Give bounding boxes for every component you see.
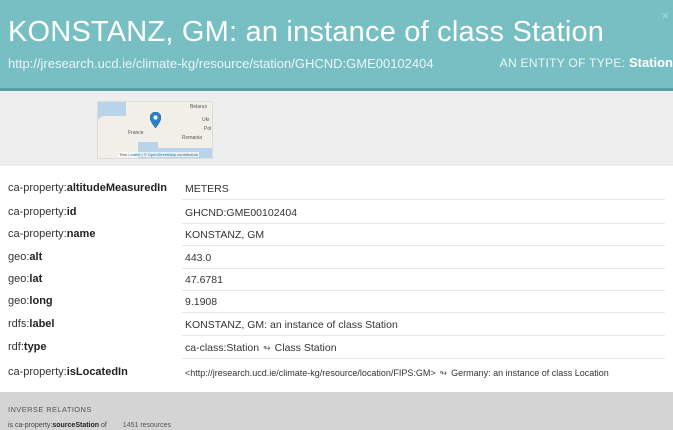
property-value: GHCND:GME00102404	[185, 207, 298, 219]
property-key[interactable]: ca-property:id	[8, 206, 76, 218]
entity-uri[interactable]: http://jresearch.ucd.ie/climate-kg/resou…	[8, 56, 434, 71]
property-row: ca-property:isLocatedIn <http://jresearc…	[0, 361, 673, 384]
map-label: Ukr	[202, 117, 210, 123]
relation-suffix: of	[99, 422, 107, 429]
property-row: geo:long 9.1908	[0, 290, 673, 313]
map-label: Pol	[204, 126, 212, 132]
property-key[interactable]: geo:lat	[8, 273, 42, 285]
type-label-link[interactable]: Class Station	[275, 342, 337, 354]
map-section: Belarus France Romania Pol Ukr Tiles Lea…	[0, 91, 673, 166]
property-value: 443.0	[185, 252, 212, 264]
relation-prefix: is ca-property:	[8, 422, 53, 429]
property-row: geo:alt 443.0	[0, 246, 673, 269]
link-arrow-icon: ↬	[263, 343, 271, 353]
entity-type-prefix: AN ENTITY OF TYPE:	[499, 56, 626, 70]
relation-name[interactable]: sourceStation	[52, 422, 99, 429]
property-value: <http://jresearch.ucd.ie/climate-kg/reso…	[185, 368, 609, 379]
map-label: France	[128, 130, 144, 136]
attribution-sep: | ©	[140, 152, 148, 157]
map-marker-icon[interactable]	[150, 112, 161, 128]
page-header: KONSTANZ, GM: an instance of class Stati…	[0, 0, 673, 88]
property-value: KONSTANZ, GM	[185, 229, 265, 241]
location-link[interactable]: <http://jresearch.ucd.ie/climate-kg/reso…	[185, 368, 436, 378]
property-value: 47.6781	[185, 274, 223, 286]
property-row: geo:lat 47.6781	[0, 268, 673, 291]
inverse-relations-heading: INVERSE RELATIONS	[8, 405, 92, 414]
row-divider	[182, 358, 665, 359]
property-key[interactable]: rdfs:label	[8, 318, 54, 330]
property-value: ca-class:Station ↬ Class Station	[185, 342, 337, 354]
row-divider	[182, 199, 665, 200]
location-label-link[interactable]: Germany: an instance of class Location	[451, 368, 609, 378]
property-key[interactable]: ca-property:isLocatedIn	[8, 366, 128, 378]
entity-type-value[interactable]: Station	[629, 55, 673, 70]
map-attribution: Tiles Leaflet | © OpenStreetMap contribu…	[118, 152, 200, 157]
type-link[interactable]: ca-class:Station	[185, 342, 259, 354]
property-row: rdfs:label KONSTANZ, GM: an instance of …	[0, 313, 673, 336]
property-row: ca-property:id GHCND:GME00102404	[0, 201, 673, 224]
resource-count-link[interactable]: 1451 resources	[123, 422, 171, 429]
entity-type-label: AN ENTITY OF TYPE: Station	[500, 55, 673, 70]
map-label: Romania	[182, 135, 203, 141]
inverse-relations-panel: INVERSE RELATIONS is ca-property:sourceS…	[0, 392, 673, 430]
property-key[interactable]: geo:long	[8, 295, 53, 307]
location-map[interactable]: Belarus France Romania Pol Ukr Tiles Lea…	[97, 101, 213, 159]
page-title: KONSTANZ, GM: an instance of class Stati…	[8, 16, 605, 48]
property-key[interactable]: ca-property:name	[8, 228, 95, 240]
attribution-suffix: contributors	[176, 152, 199, 157]
inverse-relation-row: is ca-property:sourceStation of 1451 res…	[8, 422, 171, 429]
property-value: 9.1908	[185, 296, 218, 308]
property-key[interactable]: geo:alt	[8, 251, 42, 263]
leaflet-link[interactable]: Leaflet	[128, 152, 140, 157]
property-row: ca-property:name KONSTANZ, GM	[0, 223, 673, 246]
link-arrow-icon: ↬	[439, 368, 448, 378]
property-value: METERS	[185, 183, 229, 195]
osm-link[interactable]: OpenStreetMap	[148, 152, 176, 157]
property-row: rdf:type ca-class:Station ↬ Class Station	[0, 336, 673, 359]
attribution-prefix: Tiles	[119, 152, 128, 157]
property-key[interactable]: ca-property:altitudeMeasuredIn	[8, 182, 167, 194]
close-icon[interactable]: ×	[661, 8, 669, 23]
map-label: Belarus	[190, 104, 207, 110]
property-key[interactable]: rdf:type	[8, 341, 47, 353]
property-value: KONSTANZ, GM: an instance of class Stati…	[185, 319, 398, 331]
property-row: ca-property:altitudeMeasuredIn METERS	[0, 177, 673, 200]
